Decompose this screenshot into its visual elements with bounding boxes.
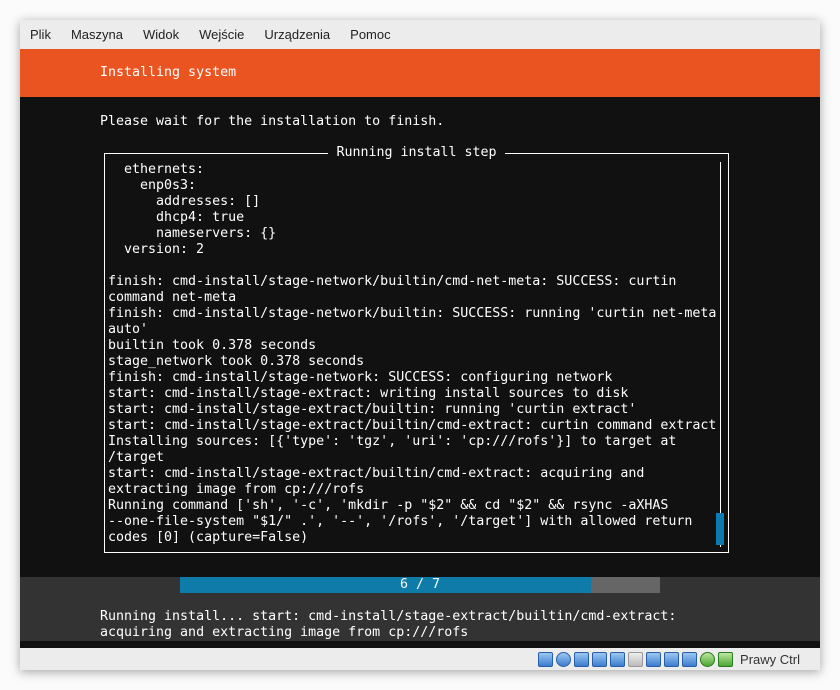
log-line: extracting image from cp:///rofs [108,482,365,497]
host-key-label: Prawy Ctrl [740,651,800,667]
log-line: stage_network took 0.378 seconds [108,354,365,369]
log-box-title: Running install step [328,145,505,160]
progress-label: 6 / 7 [399,577,441,592]
log-line: Installing sources: [{'type': 'tgz', 'ur… [108,434,677,449]
scrollbar-thumb[interactable] [716,513,724,545]
status-text: Running install... start: cmd-install/st… [100,609,677,640]
hard-disk-icon[interactable] [538,651,554,667]
log-line: dhcp4: true [108,210,245,225]
log-line: Running command ['sh', '-c', 'mkdir -p "… [108,498,669,513]
progress-bar: 6 / 7 [180,577,660,593]
log-line: finish: cmd-install/stage-network/builti… [108,274,677,289]
log-line: /target [108,450,165,465]
menu-maszyna[interactable]: Maszyna [71,27,123,42]
menu-widok[interactable]: Widok [143,27,179,42]
video-capture-icon[interactable] [664,651,680,667]
installer-header: Installing system [20,49,820,97]
shared-folders-icon[interactable] [628,651,644,667]
log-line: version: 2 [108,242,205,257]
vm-status-bar: Prawy Ctrl [20,648,820,670]
optical-drive-icon[interactable] [556,651,572,667]
log-line: auto' [108,322,149,337]
log-line: start: cmd-install/stage-extract: writin… [108,386,629,401]
scrollbar-track[interactable] [720,162,721,547]
log-line: finish: cmd-install/stage-network/builti… [108,306,717,321]
menu-plik[interactable]: Plik [30,27,51,42]
wait-message: Please wait for the installation to fini… [100,114,445,129]
virtualbox-window: Plik Maszyna Widok Wejście Urządzenia Po… [20,20,820,670]
progress-area: 6 / 7 Running install... start: cmd-inst… [20,577,820,641]
menu-urzadzenia[interactable]: Urządzenia [264,27,330,42]
install-log: ethernets: enp0s3: addresses: [] dhcp4: … [108,162,716,546]
network-icon[interactable] [592,651,608,667]
log-line: ethernets: [108,162,205,177]
usb-icon[interactable] [610,651,626,667]
log-line: finish: cmd-install/stage-network: SUCCE… [108,370,613,385]
menu-bar: Plik Maszyna Widok Wejście Urządzenia Po… [20,20,820,49]
audio-icon[interactable] [574,651,590,667]
mouse-integration-icon[interactable] [700,651,716,667]
log-line: start: cmd-install/stage-extract/builtin… [108,402,637,417]
log-line: addresses: [] [108,194,261,209]
log-line: codes [0] (capture=False) [108,530,309,545]
log-line: command net-meta [108,290,237,305]
cpu-virtualization-icon[interactable] [682,651,698,667]
menu-pomoc[interactable]: Pomoc [350,27,390,42]
display-icon[interactable] [646,651,662,667]
log-line: enp0s3: [108,178,197,193]
log-line: builtin took 0.378 seconds [108,338,317,353]
log-line: nameservers: {} [108,226,277,241]
install-log-box: Running install step ethernets: enp0s3: … [104,145,729,553]
log-line: start: cmd-install/stage-extract/builtin… [108,418,717,433]
log-line: start: cmd-install/stage-extract/builtin… [108,466,645,481]
keyboard-capture-icon[interactable] [718,651,734,667]
menu-wejscie[interactable]: Wejście [199,27,244,42]
log-line: --one-file-system "$1/" .', '--', '/rofs… [108,514,693,529]
